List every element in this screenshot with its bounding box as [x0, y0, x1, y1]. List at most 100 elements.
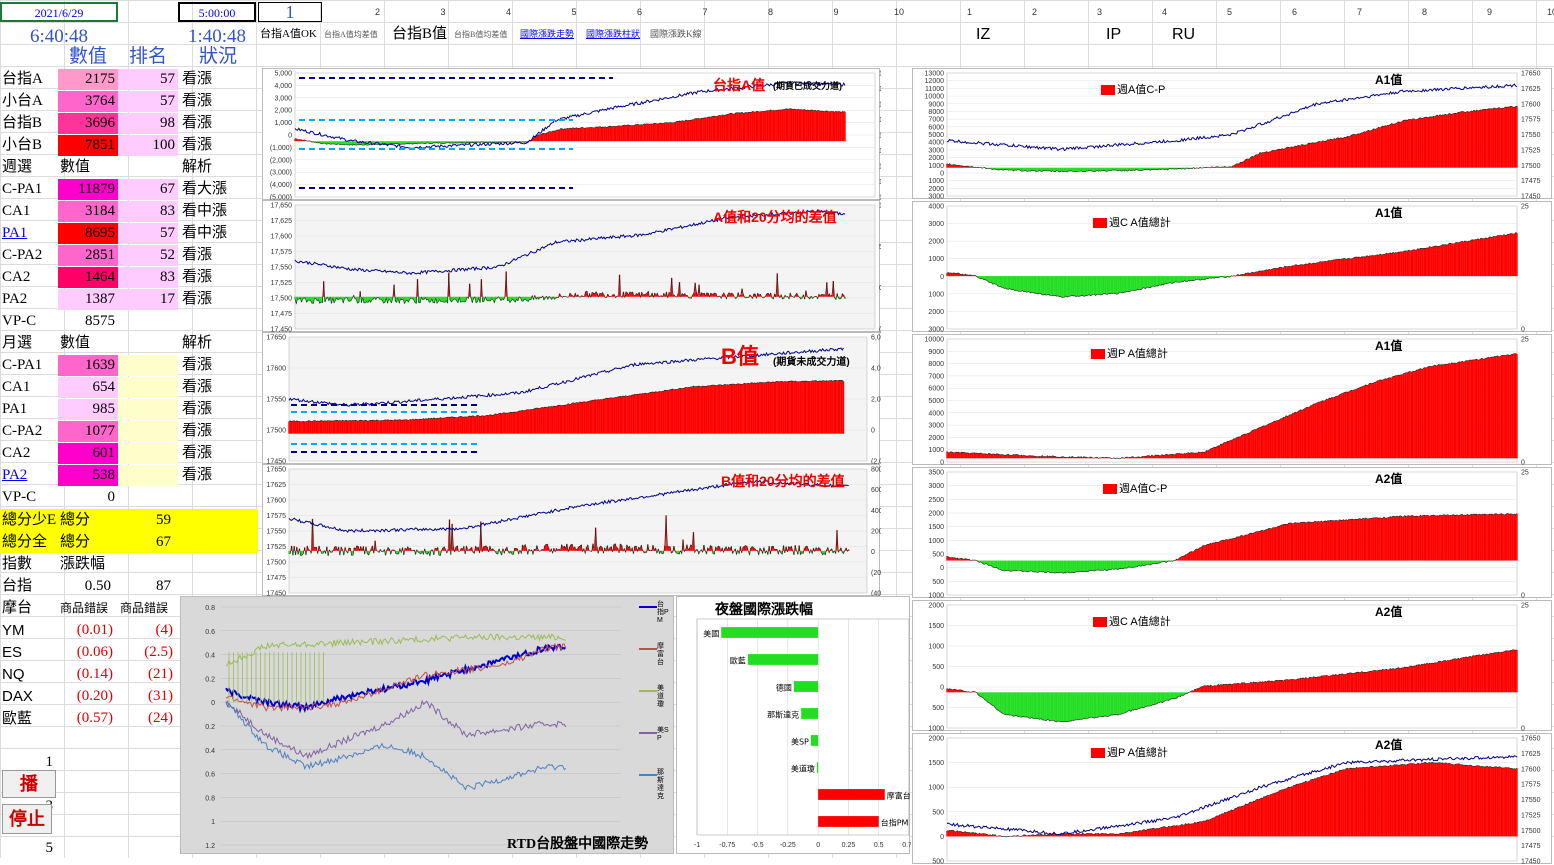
right-tick-label: 400	[871, 508, 881, 515]
tab-intl-trend[interactable]: 國際漲跌走勢	[520, 24, 584, 45]
index-points: (4)	[118, 620, 176, 641]
stop-button[interactable]: 停止	[2, 804, 52, 834]
tab-a-ok[interactable]: 台指A值OK	[260, 24, 324, 45]
bar-label: 歐藍	[730, 656, 746, 666]
chart-title: B值和20分均的差值	[721, 471, 845, 491]
date-cell[interactable]: 2021/6/29	[0, 2, 118, 22]
col-value-header: 數值	[58, 46, 118, 67]
monthly-value-header: 數值	[60, 333, 116, 354]
value-cell: 538	[58, 465, 118, 486]
left-tick-label: 3000	[928, 147, 944, 154]
legend: 週P A值總計	[1091, 345, 1168, 361]
right-tick-label: 1,000	[879, 203, 881, 210]
value-cell: 654	[58, 377, 118, 398]
chart-r1[interactable]: 1300012000110001000090008000700060005000…	[912, 68, 1552, 199]
left-tick-label: 8000	[928, 109, 944, 116]
time-top-link[interactable]: 5:00:00	[199, 6, 236, 20]
right-tick-label: 17,525	[879, 148, 881, 155]
legend-label: 台指PM	[657, 601, 669, 625]
right-tick-label: 17525	[1521, 812, 1541, 819]
value-cell: 8695	[58, 223, 118, 244]
legend-label: 摩富台	[657, 643, 669, 667]
left-tick-label: 3000	[928, 423, 944, 430]
column-number: 2	[320, 2, 380, 23]
chart-c4[interactable]: 1765017625176001757517550175251750017475…	[262, 464, 880, 596]
bar	[817, 762, 818, 773]
left-tick-label: 13000	[925, 71, 945, 78]
chart-c3[interactable]: 17650176001755017500174506,0004,0002,000…	[262, 332, 880, 464]
y-tick-label: 0	[211, 700, 215, 707]
left-tick-label: 0	[940, 834, 944, 841]
chart-r4[interactable]: 35003000250020001500100050005001000250A2…	[912, 467, 1552, 598]
left-tick-label: 9000	[928, 101, 944, 108]
row-label[interactable]: PA2	[2, 465, 58, 486]
column-number: 3	[386, 2, 446, 23]
value-cell: 2851	[58, 245, 118, 266]
right-tick-label: 17500	[1521, 163, 1541, 170]
time-top-cell[interactable]: 5:00:00	[178, 2, 256, 22]
column-number: 2	[977, 2, 1037, 23]
left-tick-label: 0	[288, 133, 292, 140]
rank-cell: 83	[118, 201, 178, 222]
chart-subtitle: (期貨已成交力道)	[773, 79, 842, 92]
row-label: 小台B	[2, 135, 58, 156]
chart-c1[interactable]: 5,0004,0003,0002,0001,0000(1,000)(2,000)…	[262, 68, 880, 200]
tab-intl-k[interactable]: 國際漲跌K線	[650, 24, 714, 45]
right-tick-label: 25	[1521, 603, 1529, 610]
left-tick-label: 5,000	[274, 71, 292, 78]
legend-label: 週C A值總計	[1109, 217, 1171, 229]
chart-svg: 40003000200010000100020003000250	[913, 202, 1553, 333]
left-tick-label: 500	[932, 705, 944, 712]
rank-cell-bg	[118, 421, 178, 442]
date-link[interactable]: 2021/6/29	[35, 6, 84, 20]
chart-r3[interactable]: 1000090008000700060005000400030002000100…	[912, 334, 1552, 465]
tab-a-diff[interactable]: 台指A值均差值	[324, 24, 388, 45]
column-number: 6	[582, 2, 642, 23]
monthly-status-header: 解析	[182, 333, 238, 354]
chart-night[interactable]: -1-0.75-0.5-0.2500.250.50.75美國歐藍德國那斯達克美S…	[676, 596, 910, 854]
right-tick-label: 600	[871, 487, 881, 494]
score2-sub: 總分	[60, 532, 116, 553]
left-tick-label: 9000	[928, 349, 944, 356]
chart-r6[interactable]: 2000150010005000500176501762517600175751…	[912, 733, 1552, 864]
left-tick-label: (2,000)	[270, 157, 292, 164]
time-right: 1:40:48	[178, 26, 256, 47]
index-change: (0.01)	[58, 620, 116, 641]
right-tick-label: 17450	[1521, 859, 1541, 865]
y-tick-label: 0.4	[205, 653, 215, 660]
chart-title: A1值	[1375, 204, 1402, 221]
column-number: 8	[713, 2, 773, 23]
tab-intl-bar[interactable]: 國際漲跌柱狀	[586, 24, 650, 45]
play-button[interactable]: 播	[2, 770, 56, 798]
chart-c2[interactable]: 17,65017,62517,60017,57517,55017,52517,5…	[262, 200, 880, 332]
tab-b[interactable]: 台指B值	[392, 24, 454, 45]
legend-label: 週P A值總計	[1107, 747, 1168, 759]
rank-cell-bg	[118, 465, 178, 486]
chart-title: 夜盤國際漲跌幅	[715, 599, 813, 619]
weekly-title: 週選	[2, 157, 58, 178]
row-label: 台指B	[2, 113, 58, 134]
chart-title: A2值	[1375, 470, 1402, 487]
value-cell: 985	[58, 399, 118, 420]
chart-r2[interactable]: 40003000200010000100020003000250A1值週C A值…	[912, 201, 1552, 332]
left-tick-label: 2000	[928, 603, 944, 610]
chart-r5[interactable]: 20001500100050005001000250A2值週C A值總計	[912, 600, 1552, 731]
left-tick-label: 1000	[928, 726, 944, 733]
left-tick-label: 1000	[928, 163, 944, 170]
right-tick-label: 17500	[1521, 828, 1541, 835]
chart-intl[interactable]: 0.80.60.40.200.20.40.60.811.2台指PM摩富台美道瓊美…	[180, 596, 674, 854]
right-tick-label: 6,000	[871, 335, 881, 342]
left-tick-label: 1000	[928, 538, 944, 545]
left-tick-label: 10000	[925, 337, 945, 344]
y-tick-label: 0.8	[205, 795, 215, 802]
row-label[interactable]: PA1	[2, 223, 58, 244]
right-tick-label: (200)	[871, 570, 881, 577]
tab-b-diff[interactable]: 台指B值均差值	[454, 24, 518, 45]
left-tick-label: 1000	[928, 178, 944, 185]
label-ip: IP	[1106, 24, 1146, 45]
left-tick-label: 11000	[925, 86, 944, 93]
sheet-number[interactable]: 1	[258, 2, 322, 22]
status-cell: 看漲	[182, 267, 258, 288]
status-cell: 看漲	[182, 465, 258, 486]
left-tick-label: (3,000)	[270, 170, 292, 177]
